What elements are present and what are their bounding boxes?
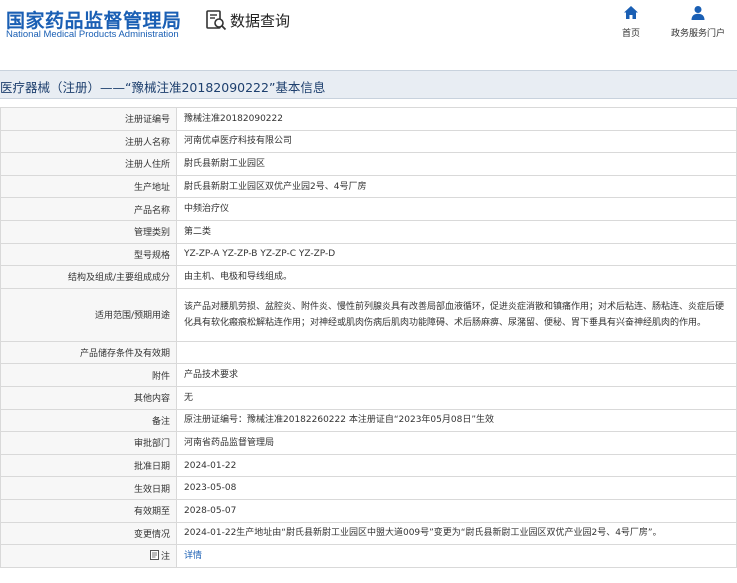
table-row: 产品储存条件及有效期 xyxy=(0,340,737,365)
nav-home-label: 首页 xyxy=(621,29,640,39)
field-value: 河南优卓医疗科技有限公司 xyxy=(176,129,737,154)
table-row: 生效日期 2023-05-08 xyxy=(0,476,737,500)
field-value: 无 xyxy=(176,385,737,410)
field-label: 审批部门 xyxy=(0,431,177,455)
field-label: 结构及组成/主要组成成分 xyxy=(0,265,177,289)
field-value: 中频治疗仪 xyxy=(176,197,737,221)
field-value: 2024-01-22 xyxy=(176,453,737,478)
note-label: 注 xyxy=(160,552,170,563)
field-label: 型号规格 xyxy=(0,242,177,267)
field-label: 有效期至 xyxy=(0,498,177,523)
table-row: 型号规格 YZ-ZP-A YZ-ZP-B YZ-ZP-C YZ-ZP-D xyxy=(0,242,737,267)
table-row: 附件 产品技术要求 xyxy=(0,363,737,387)
record-detail-table: 注册证编号 豫械注准20182090222 注册人名称 河南优卓医疗科技有限公司 注… xyxy=(0,107,737,568)
field-value: 2028-05-07 xyxy=(176,498,737,523)
field-label: 生效日期 xyxy=(0,476,177,500)
table-row: 生产地址 尉氏县新尉工业园区双优产业园2号、4号厂房 xyxy=(0,174,737,199)
details-link[interactable]: 详情 xyxy=(184,551,202,561)
nav-home[interactable]: 首页 xyxy=(601,5,661,39)
table-row: 注册人住所 尉氏县新尉工业园区 xyxy=(0,152,737,176)
field-value: 第二类 xyxy=(176,219,737,244)
field-label: 生产地址 xyxy=(0,174,177,199)
table-row: 适用范围/预期用途 该产品对腰肌劳损、盆腔炎、附件炎、慢性前列腺炎具有改善局部血液… xyxy=(0,287,737,342)
field-value: 豫械注准20182090222 xyxy=(176,107,737,131)
record-title-bar: 医疗器械（注册）——“豫械注准20182090222”基本信息 xyxy=(0,70,737,99)
field-value: 产品技术要求 xyxy=(176,363,737,387)
field-label: 备注 xyxy=(0,408,177,433)
field-label: 变更情况 xyxy=(0,521,177,546)
table-row: 注册人名称 河南优卓医疗科技有限公司 xyxy=(0,129,737,154)
table-row: 管理类别 第二类 xyxy=(0,219,737,244)
table-row: 结构及组成/主要组成成分 由主机、电极和导线组成。 xyxy=(0,265,737,289)
field-label: 产品储存条件及有效期 xyxy=(0,340,177,365)
field-value: 由主机、电极和导线组成。 xyxy=(176,265,737,289)
search-title: 数据查询 xyxy=(230,11,291,30)
document-search-icon xyxy=(206,10,227,31)
field-value: 2023-05-08 xyxy=(176,476,737,500)
table-row: 注 详情 xyxy=(0,544,737,568)
user-icon xyxy=(691,6,705,20)
table-row: 变更情况 2024-01-22生产地址由“尉氏县新尉工业园区中盟大道009号”变更… xyxy=(0,521,737,546)
field-label: 适用范围/预期用途 xyxy=(0,287,177,342)
field-label: 附件 xyxy=(0,363,177,387)
field-label: 注册人住所 xyxy=(0,152,177,176)
field-value: 2024-01-22生产地址由“尉氏县新尉工业园区中盟大道009号”变更为“尉氏… xyxy=(176,521,737,546)
table-row: 审批部门 河南省药品监督管理局 xyxy=(0,431,737,455)
field-label: 注册人名称 xyxy=(0,129,177,154)
field-label: 其他内容 xyxy=(0,385,177,410)
data-search-heading: 数据查询 xyxy=(205,9,290,31)
table-row: 注册证编号 豫械注准20182090222 xyxy=(0,107,737,131)
field-label: 产品名称 xyxy=(0,197,177,221)
field-value: YZ-ZP-A YZ-ZP-B YZ-ZP-C YZ-ZP-D xyxy=(176,242,737,267)
field-value: 原注册证编号：豫械注准20182260222 本注册证自“2023年05月08日… xyxy=(176,408,737,433)
field-value xyxy=(176,340,737,365)
field-value: 尉氏县新尉工业园区 xyxy=(176,152,737,176)
record-title: 医疗器械（注册）——“豫械注准20182090222”基本信息 xyxy=(0,80,326,95)
table-row: 产品名称 中频治疗仪 xyxy=(0,197,737,221)
page-header: 国家药品监督管理局 National Medical Products Admi… xyxy=(0,0,737,52)
table-row: 有效期至 2028-05-07 xyxy=(0,498,737,523)
field-label: 注册证编号 xyxy=(0,107,177,131)
table-row: 其他内容无 xyxy=(0,385,737,410)
table-row: 批准日期 2024-01-22 xyxy=(0,453,737,478)
field-value: 该产品对腰肌劳损、盆腔炎、附件炎、慢性前列腺炎具有改善局部血液循环，促进炎症消散… xyxy=(176,287,737,342)
table-row: 备注 原注册证编号：豫械注准20182260222 本注册证自“2023年05月0… xyxy=(0,408,737,433)
field-value: 河南省药品监督管理局 xyxy=(176,431,737,455)
field-label: 批准日期 xyxy=(0,453,177,478)
field-value: 尉氏县新尉工业园区双优产业园2号、4号厂房 xyxy=(176,174,737,199)
home-icon xyxy=(624,6,638,19)
logo-subtitle: National Medical Products Administration xyxy=(6,29,179,40)
field-label: 注 xyxy=(0,544,177,568)
nav-portal-label: 政务服务门户 xyxy=(670,29,725,39)
nav-service-portal[interactable]: 政务服务门户 xyxy=(668,5,728,39)
note-icon xyxy=(149,550,159,561)
field-value: 详情 xyxy=(176,544,737,568)
field-label: 管理类别 xyxy=(0,219,177,244)
